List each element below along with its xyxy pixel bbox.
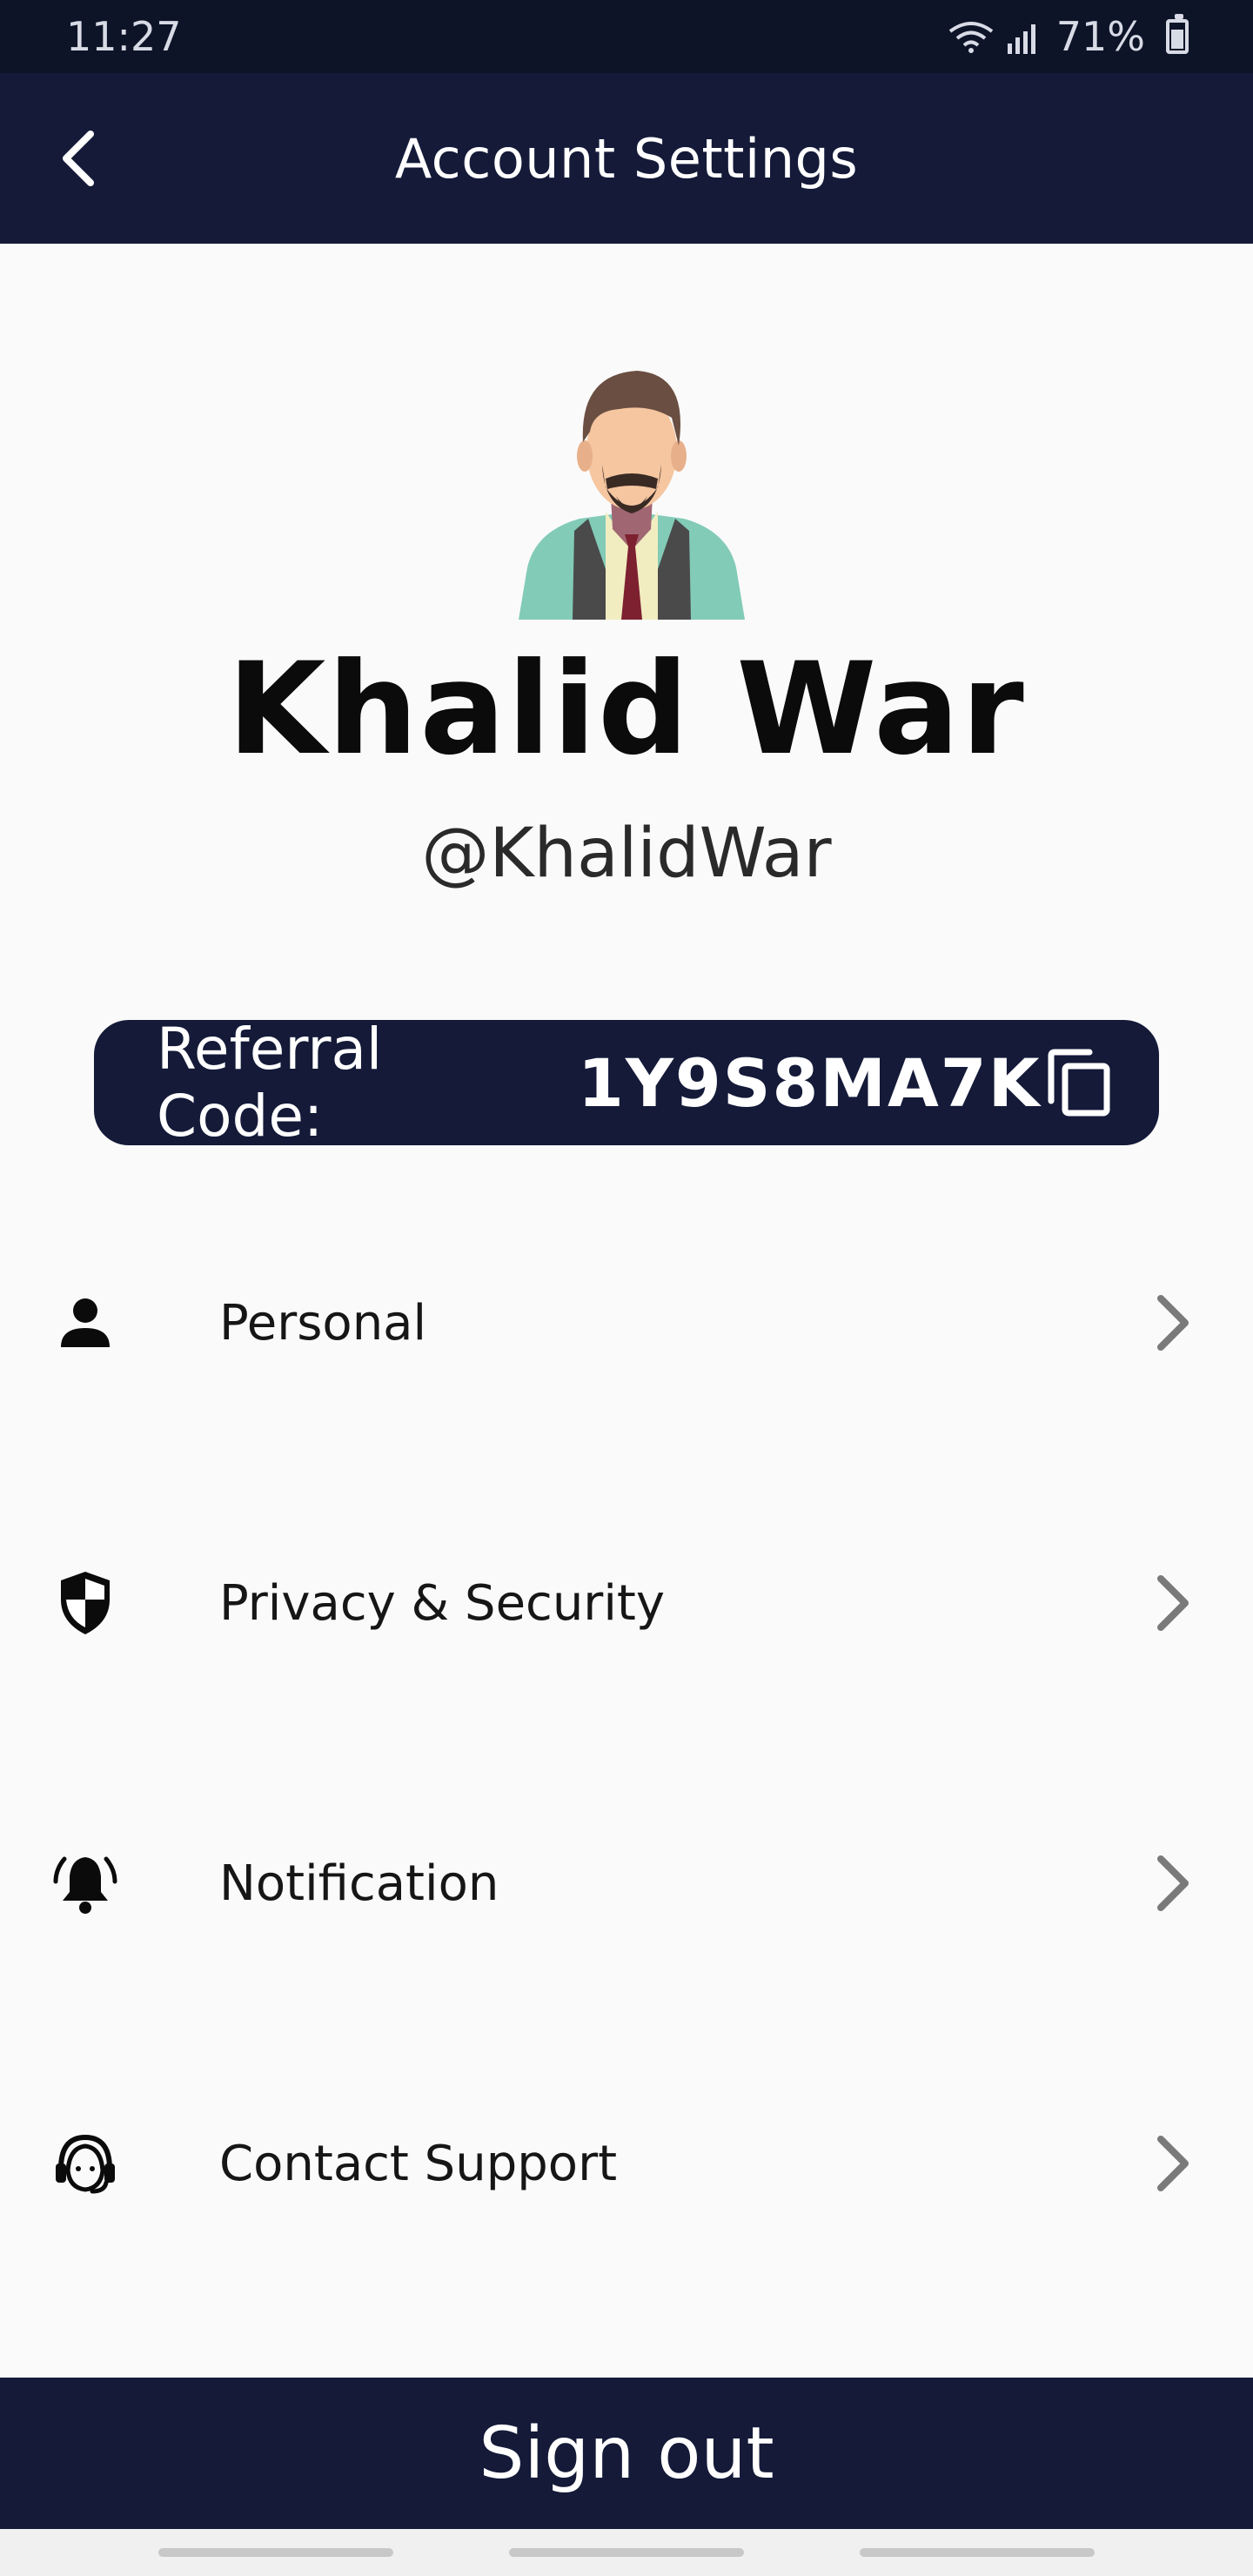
menu-item-contact-support[interactable]: Contact Support	[0, 2076, 1253, 2251]
nav-home-button[interactable]	[509, 2548, 744, 2557]
wifi-icon	[948, 22, 993, 53]
system-nav-bar	[0, 2529, 1253, 2576]
copy-referral-button[interactable]	[1042, 1043, 1117, 1122]
referral-label: Referral Code:	[157, 1016, 383, 1150]
nav-back-button[interactable]	[860, 2548, 1095, 2557]
referral-code: 1Y9S8MA7K	[577, 1043, 1042, 1122]
referral-code-box: Referral Code: 1Y9S8MA7K	[94, 1016, 1159, 1150]
menu-item-label: Notification	[219, 1855, 499, 1912]
bell-icon	[50, 1848, 120, 1918]
signal-icon	[1007, 24, 1035, 54]
menu-item-label: Privacy & Security	[219, 1574, 665, 1632]
chevron-right-icon	[1147, 1848, 1199, 1918]
chevron-left-icon	[63, 131, 94, 186]
status-time: 11:27	[66, 13, 182, 60]
status-bar: 11:27 71%	[0, 0, 1253, 73]
nav-recent-button[interactable]	[158, 2548, 393, 2557]
account-settings-screen: 11:27 71% Account Settings Khalid War @K…	[0, 0, 1253, 2576]
person-icon	[50, 1288, 120, 1358]
profile-name: Khalid War	[227, 635, 1026, 783]
shield-icon	[50, 1568, 120, 1638]
user-avatar-illustration	[519, 371, 745, 620]
headset-icon	[50, 2129, 120, 2198]
menu-item-label: Contact Support	[219, 2135, 618, 2192]
app-bar: Account Settings	[0, 73, 1253, 244]
signout-button[interactable]: Sign out	[0, 2378, 1253, 2529]
copy-icon	[1048, 1049, 1110, 1117]
chevron-right-icon	[1147, 2129, 1199, 2198]
status-icons	[947, 19, 1041, 54]
page-title: Account Settings	[394, 126, 859, 191]
profile-handle: @KhalidWar	[421, 815, 832, 893]
chevron-right-icon	[1147, 1568, 1199, 1638]
back-button[interactable]	[44, 124, 113, 193]
menu-item-privacy-security[interactable]: Privacy & Security	[0, 1516, 1253, 1690]
status-right: 71%	[947, 13, 1189, 60]
menu-item-notification[interactable]: Notification	[0, 1796, 1253, 1970]
battery-percent: 71%	[1055, 13, 1145, 60]
menu-item-personal[interactable]: Personal	[0, 1236, 1253, 1410]
chevron-right-icon	[1147, 1288, 1199, 1358]
battery-icon	[1166, 14, 1189, 54]
menu-item-label: Personal	[219, 1294, 427, 1352]
